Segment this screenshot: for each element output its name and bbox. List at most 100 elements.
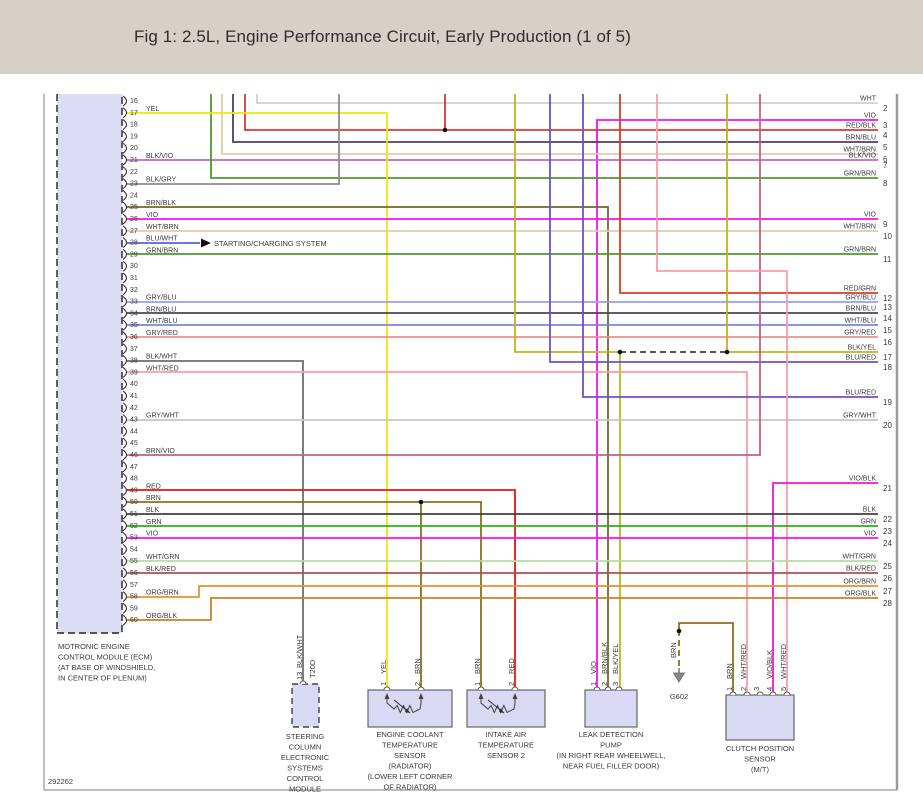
svg-text:30: 30 [130,263,138,270]
svg-text:13: 13 [295,672,304,680]
svg-text:16: 16 [130,98,138,105]
svg-text:BRN/VIO: BRN/VIO [146,448,175,455]
svg-text:56: 56 [130,570,138,577]
diagram-frame [44,94,897,790]
svg-text:YEL: YEL [379,660,388,674]
svg-text:BLK/VIO: BLK/VIO [146,153,174,160]
svg-text:GRY/WHT: GRY/WHT [146,413,180,420]
svg-text:18: 18 [883,363,892,372]
svg-text:9: 9 [883,220,888,229]
svg-text:(RADIATOR): (RADIATOR) [388,762,432,771]
junction-dot [725,350,730,355]
svg-text:BLK/RED: BLK/RED [846,566,876,573]
svg-text:19: 19 [130,133,138,140]
svg-text:(M/T): (M/T) [751,765,769,774]
svg-text:WHT/RED: WHT/RED [779,643,788,679]
svg-text:34: 34 [130,310,138,317]
svg-text:WHT/RED: WHT/RED [146,365,179,372]
svg-text:BLK: BLK [146,507,160,514]
svg-text:RED/BLK: RED/BLK [846,123,876,130]
svg-text:16: 16 [883,338,892,347]
svg-text:CONTROL: CONTROL [287,774,324,783]
svg-text:31: 31 [130,275,138,282]
svg-text:24: 24 [130,192,138,199]
svg-text:22: 22 [130,169,138,176]
svg-text:24: 24 [883,539,892,548]
svg-text:5: 5 [883,143,888,152]
wire-row12-red-grn [620,94,878,293]
svg-text:41: 41 [130,393,138,400]
svg-text:29: 29 [130,251,138,258]
svg-text:SENSOR: SENSOR [394,751,426,760]
svg-text:BRN/BLK: BRN/BLK [146,200,176,207]
svg-text:46: 46 [130,452,138,459]
svg-text:8: 8 [883,179,888,188]
leak-detection-pump: 1VIO2BRN/BLK3BLK/YELLEAK DETECTIONPUMP(I… [557,642,666,771]
svg-text:GRY/RED: GRY/RED [146,330,178,337]
ecm-module: MOTRONIC ENGINECONTROL MODULE (ECM)(AT B… [57,94,155,683]
svg-text:(LOWER LEFT CORNER: (LOWER LEFT CORNER [368,772,453,781]
svg-text:1: 1 [725,687,734,691]
svg-text:21: 21 [883,484,892,493]
svg-text:T20D: T20D [308,659,317,678]
svg-text:11: 11 [883,255,892,264]
svg-text:SENSOR 2: SENSOR 2 [487,751,525,760]
svg-text:VIO: VIO [864,531,877,538]
svg-text:BRN: BRN [725,663,734,679]
wire-row18-blu-red [550,94,878,362]
svg-text:VIO: VIO [146,531,159,538]
svg-text:48: 48 [130,476,138,483]
svg-text:BRN: BRN [473,658,482,674]
svg-text:BRN/BLU: BRN/BLU [846,135,876,142]
svg-text:37: 37 [130,346,138,353]
svg-text:LEAK DETECTION: LEAK DETECTION [579,730,644,739]
svg-text:ORG/BLK: ORG/BLK [845,591,876,598]
svg-text:G602: G602 [670,692,688,701]
svg-text:25: 25 [130,204,138,211]
svg-text:GRY/RED: GRY/RED [844,330,876,337]
svg-text:1: 1 [589,682,598,686]
svg-text:BLK/WHT: BLK/WHT [146,354,178,361]
junction-dot [443,128,448,133]
svg-text:RED: RED [507,658,516,674]
svg-text:47: 47 [130,464,138,471]
svg-text:BLK/GRY: BLK/GRY [146,177,177,184]
svg-text:59: 59 [130,605,138,612]
svg-text:33: 33 [130,299,138,306]
svg-text:43: 43 [130,417,138,424]
svg-text:2: 2 [413,682,422,686]
svg-text:BRN/BLU: BRN/BLU [146,306,176,313]
svg-text:55: 55 [130,558,138,565]
svg-text:BLK: BLK [863,507,877,514]
svg-text:22: 22 [883,515,892,524]
wire-pin25-pump-pin2 [127,207,608,688]
svg-text:BLK/YEL: BLK/YEL [848,345,877,352]
wire-row3-vio-pump-pin1 [597,120,878,688]
wire-pin50-sensors-brn [127,502,481,688]
svg-text:5: 5 [779,687,788,691]
svg-text:MODULE: MODULE [289,785,321,794]
svg-text:STEERING: STEERING [286,732,325,741]
svg-text:18: 18 [130,122,138,129]
svg-text:BRN: BRN [413,658,422,674]
intake-air-temp-sensor-2: 1BRN2REDINTAKE AIRTEMPERATURESENSOR 2 [467,658,545,760]
svg-text:BRN/BLK: BRN/BLK [600,642,609,674]
wire-row2-wht [257,94,878,103]
wire-clutch-pin5 [657,94,787,693]
svg-text:BRN: BRN [669,642,678,658]
svg-text:13: 13 [883,303,892,312]
wire-row8-grn-brn [211,94,878,178]
svg-text:26: 26 [883,574,892,583]
svg-text:WHT/BLU: WHT/BLU [845,318,877,325]
svg-text:IN CENTER OF PLENUM): IN CENTER OF PLENUM) [58,674,147,683]
svg-text:WHT/GRN: WHT/GRN [843,554,876,561]
svg-text:10: 10 [883,232,892,241]
wiring-diagram-canvas: MOTRONIC ENGINECONTROL MODULE (ECM)(AT B… [0,0,923,799]
svg-text:GRY/BLU: GRY/BLU [146,295,177,302]
svg-text:TEMPERATURE: TEMPERATURE [382,741,438,750]
svg-text:45: 45 [130,440,138,447]
wire-pin58-row27 [127,586,878,597]
svg-text:1: 1 [473,682,482,686]
svg-text:4: 4 [765,687,774,691]
svg-text:BLK/WHT: BLK/WHT [295,634,304,668]
